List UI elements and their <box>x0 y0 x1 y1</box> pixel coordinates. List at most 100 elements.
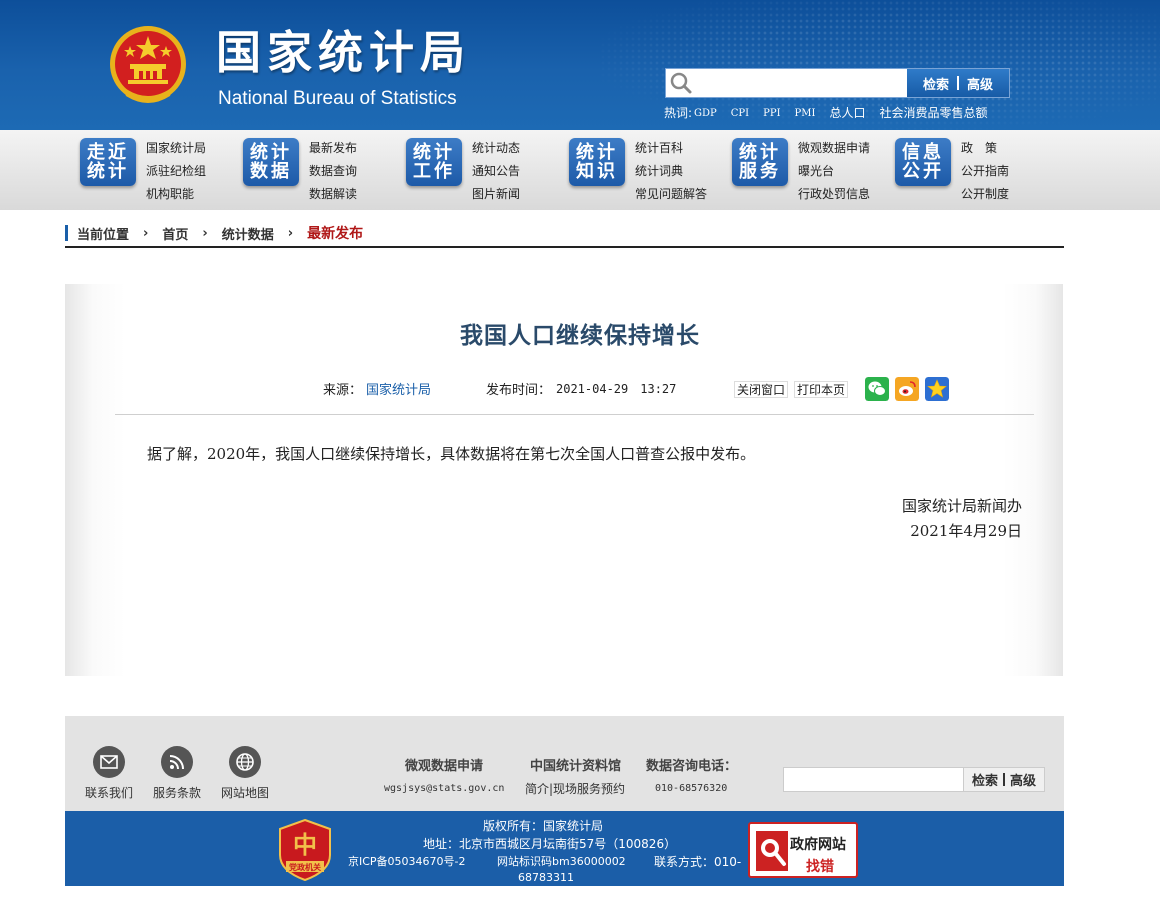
hot-word-link[interactable]: 社会消费品零售总额 <box>879 105 987 122</box>
footer-terms-label[interactable]: 服务条款 <box>142 784 212 801</box>
nav-badge-line: 统计 <box>250 142 292 163</box>
publish-time: 2021-04-29 13:27 <box>556 382 677 396</box>
hot-word-link[interactable]: CPI <box>731 106 749 122</box>
footer-search-label[interactable]: 检索 <box>972 770 998 789</box>
nav-badge-disclosure[interactable]: 信息 公开 <box>895 138 951 186</box>
main-nav: 走近 统计 国家统计局 派驻纪检组 机构职能 统计 数据 最新发布 数据查询 数… <box>0 130 1160 210</box>
nav-link[interactable]: 数据查询 <box>309 160 357 183</box>
search-divider <box>957 76 959 90</box>
footer-sitemap-label[interactable]: 网站地图 <box>210 784 280 801</box>
footer-copyright-area: 中 党政机关 版权所有：国家统计局 地址：北京市西城区月坛南街57号（10082… <box>65 811 1064 886</box>
archive-links[interactable]: 简介|现场服务预约 <box>525 780 625 797</box>
gov-check-label[interactable]: 政府网站 <box>790 834 846 854</box>
nav-link[interactable]: 最新发布 <box>309 137 357 160</box>
archive-title[interactable]: 中国统计资料馆 <box>530 755 621 774</box>
gov-check-sublabel[interactable]: 找错 <box>806 856 834 876</box>
nav-link[interactable]: 统计百科 <box>635 137 707 160</box>
party-government-badge-icon[interactable]: 中 党政机关 <box>278 819 332 881</box>
microdata-title[interactable]: 微观数据申请 <box>405 755 483 774</box>
search-button-label[interactable]: 检索 <box>923 74 949 93</box>
nav-link[interactable]: 统计词典 <box>635 160 707 183</box>
nav-link[interactable]: 曝光台 <box>798 160 870 183</box>
nav-badge-line: 服务 <box>739 161 781 182</box>
site-title-cn[interactable]: 国家统计局 <box>216 26 471 80</box>
nav-group-about: 走近 统计 国家统计局 派驻纪检组 机构职能 <box>80 130 243 210</box>
gov-site-error-report-button[interactable]: 政府网站 找错 <box>748 822 858 878</box>
site-id-text: 网站标识码bm36000002 <box>497 855 626 868</box>
microdata-email[interactable]: wgsjsys@stats.gov.cn <box>384 783 504 794</box>
footer-sitemap-item[interactable]: 网站地图 <box>210 746 280 801</box>
nav-group-service: 统计 服务 微观数据申请 曝光台 行政处罚信息 <box>732 130 895 210</box>
nav-link[interactable]: 公开指南 <box>961 160 1009 183</box>
hot-word-link[interactable]: PMI <box>795 106 816 122</box>
footer-advanced-link[interactable]: 高级 <box>1010 770 1036 789</box>
advanced-search-link[interactable]: 高级 <box>967 74 993 93</box>
nav-link[interactable]: 派驻纪检组 <box>146 160 206 183</box>
nav-badge-line: 数据 <box>250 161 292 182</box>
nav-badge-line: 统计 <box>413 142 455 163</box>
footer-contact-label[interactable]: 联系我们 <box>74 784 144 801</box>
nav-badge-work[interactable]: 统计 工作 <box>406 138 462 186</box>
nav-link[interactable]: 常见问题解答 <box>635 183 707 206</box>
footer-contact-item[interactable]: 联系我们 <box>74 746 144 801</box>
wechat-share-icon[interactable] <box>865 377 889 401</box>
nav-badge-data[interactable]: 统计 数据 <box>243 138 299 186</box>
source-label: 来源： <box>323 383 363 398</box>
search-button[interactable]: 检索 高级 <box>907 69 1009 97</box>
nav-link[interactable]: 图片新闻 <box>472 183 520 206</box>
globe-icon[interactable] <box>229 746 261 778</box>
source-link[interactable]: 国家统计局 <box>366 379 431 398</box>
nav-badge-knowledge[interactable]: 统计 知识 <box>569 138 625 186</box>
close-window-button[interactable]: 关闭窗口 <box>734 381 789 398</box>
search-input[interactable] <box>696 70 904 96</box>
footer-search-divider <box>1003 773 1005 786</box>
nav-link[interactable]: 行政处罚信息 <box>798 183 870 206</box>
breadcrumb: 当前位置 › 首页 › 统计数据 › 最新发布 <box>65 220 1064 248</box>
article-body: 据了解，2020年，我国人口继续保持增长，具体数据将在第七次全国人口普查公报中发… <box>147 445 756 463</box>
nav-link[interactable]: 机构职能 <box>146 183 206 206</box>
article-title: 我国人口继续保持增长 <box>460 323 700 349</box>
hot-word-link[interactable]: GDP <box>694 106 717 122</box>
nav-badge-about[interactable]: 走近 统计 <box>80 138 136 186</box>
breadcrumb-current[interactable]: 最新发布 <box>307 223 363 243</box>
footer-search-input[interactable] <box>783 767 965 792</box>
breadcrumb-separator: › <box>143 225 149 241</box>
nav-link[interactable]: 公开制度 <box>961 183 1009 206</box>
nav-link[interactable]: 国家统计局 <box>146 137 206 160</box>
nav-link[interactable]: 通知公告 <box>472 160 520 183</box>
nav-link[interactable]: 统计动态 <box>472 137 520 160</box>
nav-badge-line: 统计 <box>576 142 618 163</box>
hotline-number: 010-68576320 <box>655 783 728 794</box>
nav-badge-line: 统计 <box>87 161 129 182</box>
breadcrumb-separator: › <box>287 225 294 241</box>
footer-terms-item[interactable]: 服务条款 <box>142 746 212 801</box>
national-emblem-icon[interactable] <box>108 24 188 108</box>
article-signature-date: 2021年4月29日 <box>910 522 1022 540</box>
address-text: 地址：北京市西城区月坛南街57号（100826） <box>423 837 677 851</box>
nav-group-knowledge: 统计 知识 统计百科 统计词典 常见问题解答 <box>569 130 732 210</box>
nav-group-data: 统计 数据 最新发布 数据查询 数据解读 <box>243 130 406 210</box>
rss-icon[interactable] <box>161 746 193 778</box>
weibo-share-icon[interactable] <box>895 377 919 401</box>
site-header: 国家统计局 National Bureau of Statistics 检索 高… <box>0 0 1160 130</box>
site-title-en[interactable]: National Bureau of Statistics <box>218 87 457 111</box>
hot-word-link[interactable]: 总人口 <box>829 105 865 122</box>
nav-link[interactable]: 政 策 <box>961 137 1009 160</box>
nav-badge-service[interactable]: 统计 服务 <box>732 138 788 186</box>
mail-icon[interactable] <box>93 746 125 778</box>
breadcrumb-data-link[interactable]: 统计数据 <box>222 224 274 243</box>
hot-word-link[interactable]: PPI <box>763 106 780 122</box>
nav-link[interactable]: 数据解读 <box>309 183 357 206</box>
icp-link[interactable]: 京ICP备05034670号-2 <box>348 853 466 869</box>
contact-text-cont: 68783311 <box>518 871 574 884</box>
magnifier-icon <box>756 831 788 871</box>
breadcrumb-home-link[interactable]: 首页 <box>162 224 188 243</box>
nav-badge-line: 走近 <box>87 142 129 163</box>
qzone-share-icon[interactable] <box>925 377 949 401</box>
print-page-button[interactable]: 打印本页 <box>794 381 849 398</box>
footer-search-button[interactable]: 检索 高级 <box>963 767 1045 792</box>
copyright-text: 版权所有：国家统计局 <box>483 819 604 833</box>
hot-words-label: 热词: <box>664 106 693 120</box>
breadcrumb-label: 当前位置 <box>77 227 130 243</box>
nav-link[interactable]: 微观数据申请 <box>798 137 870 160</box>
